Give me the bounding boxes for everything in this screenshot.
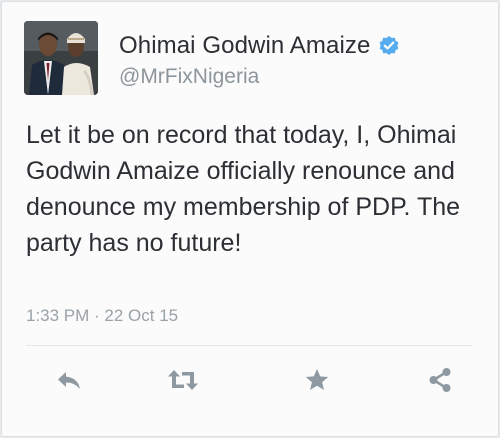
avatar[interactable]	[24, 21, 98, 95]
share-button[interactable]	[422, 362, 458, 398]
retweet-icon	[168, 370, 198, 390]
reply-icon	[58, 372, 80, 389]
star-icon	[305, 369, 329, 390]
divider	[26, 345, 472, 346]
verified-badge-icon	[378, 35, 400, 57]
tweet-timestamp[interactable]: 1:33 PM · 22 Oct 15	[26, 306, 178, 326]
reply-button[interactable]	[51, 362, 87, 398]
tweet-actions	[2, 362, 498, 398]
author-name-row: Ohimai Godwin Amaize	[119, 32, 400, 60]
tweet-card: Ohimai Godwin Amaize @MrFixNigeria Let i…	[2, 2, 498, 436]
share-icon	[429, 368, 451, 392]
tweet-text: Let it be on record that today, I, Ohima…	[26, 121, 461, 257]
author-display-name[interactable]: Ohimai Godwin Amaize	[119, 32, 370, 60]
retweet-button[interactable]	[165, 362, 201, 398]
author-handle[interactable]: @MrFixNigeria	[119, 65, 259, 89]
favorite-button[interactable]	[299, 362, 335, 398]
avatar-photo	[24, 21, 98, 95]
